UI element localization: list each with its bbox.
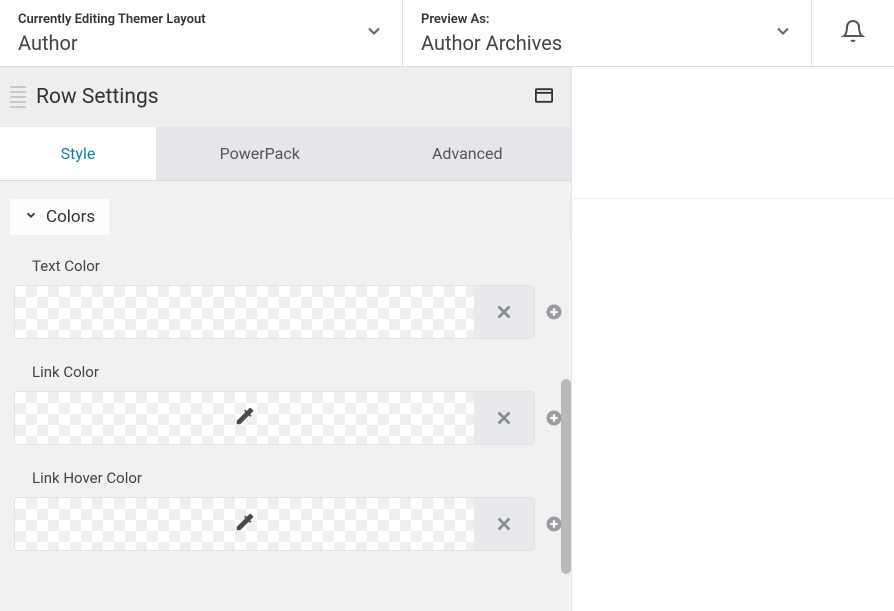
top-bar: Currently Editing Themer Layout Author P… bbox=[0, 0, 894, 67]
link-hover-color-input[interactable] bbox=[14, 497, 535, 551]
connect-button[interactable] bbox=[545, 303, 563, 321]
eyedropper-icon bbox=[234, 511, 256, 537]
panel-header: Row Settings bbox=[0, 67, 571, 127]
clear-color-button[interactable] bbox=[474, 392, 534, 444]
transparent-swatch bbox=[15, 392, 474, 444]
link-color-input[interactable] bbox=[14, 391, 535, 445]
editing-value: Author bbox=[18, 31, 206, 55]
divider bbox=[572, 198, 894, 199]
field-link-hover-color: Link Hover Color bbox=[14, 469, 563, 551]
text-color-label: Text Color bbox=[32, 257, 563, 275]
clear-color-button[interactable] bbox=[474, 498, 534, 550]
transparent-swatch bbox=[15, 286, 474, 338]
tab-powerpack[interactable]: PowerPack bbox=[156, 127, 364, 180]
editing-label: Currently Editing Themer Layout bbox=[18, 12, 206, 27]
settings-panel: Row Settings Style PowerPack Advanced Co… bbox=[0, 67, 572, 611]
chevron-down-icon bbox=[24, 207, 38, 227]
responsive-device-icon[interactable] bbox=[535, 88, 553, 107]
link-hover-color-label: Link Hover Color bbox=[32, 469, 563, 487]
preview-as-selector[interactable]: Preview As: Author Archives bbox=[403, 0, 812, 66]
section-title: Colors bbox=[46, 207, 95, 227]
transparent-swatch bbox=[15, 498, 474, 550]
clear-color-button[interactable] bbox=[474, 286, 534, 338]
section-toggle-colors[interactable]: Colors bbox=[10, 199, 109, 235]
preview-value: Author Archives bbox=[421, 31, 562, 55]
eyedropper-icon bbox=[234, 405, 256, 431]
scrollbar-thumb[interactable] bbox=[561, 379, 571, 574]
drag-grip-icon[interactable] bbox=[10, 86, 26, 108]
text-color-input[interactable] bbox=[14, 285, 535, 339]
notifications-button[interactable] bbox=[812, 0, 894, 66]
chevron-down-icon bbox=[773, 21, 793, 45]
chevron-down-icon bbox=[364, 21, 384, 45]
bell-icon bbox=[841, 19, 865, 47]
editing-layout-selector[interactable]: Currently Editing Themer Layout Author bbox=[0, 0, 403, 66]
field-text-color: Text Color bbox=[14, 257, 563, 339]
panel-title: Row Settings bbox=[36, 85, 535, 109]
section-colors: Colors Text Color bbox=[0, 181, 571, 551]
tab-style[interactable]: Style bbox=[0, 127, 156, 180]
tab-advanced[interactable]: Advanced bbox=[364, 127, 572, 180]
field-link-color: Link Color bbox=[14, 363, 563, 445]
link-color-label: Link Color bbox=[32, 363, 563, 381]
panel-tabs: Style PowerPack Advanced bbox=[0, 127, 571, 181]
preview-label: Preview As: bbox=[421, 12, 562, 27]
